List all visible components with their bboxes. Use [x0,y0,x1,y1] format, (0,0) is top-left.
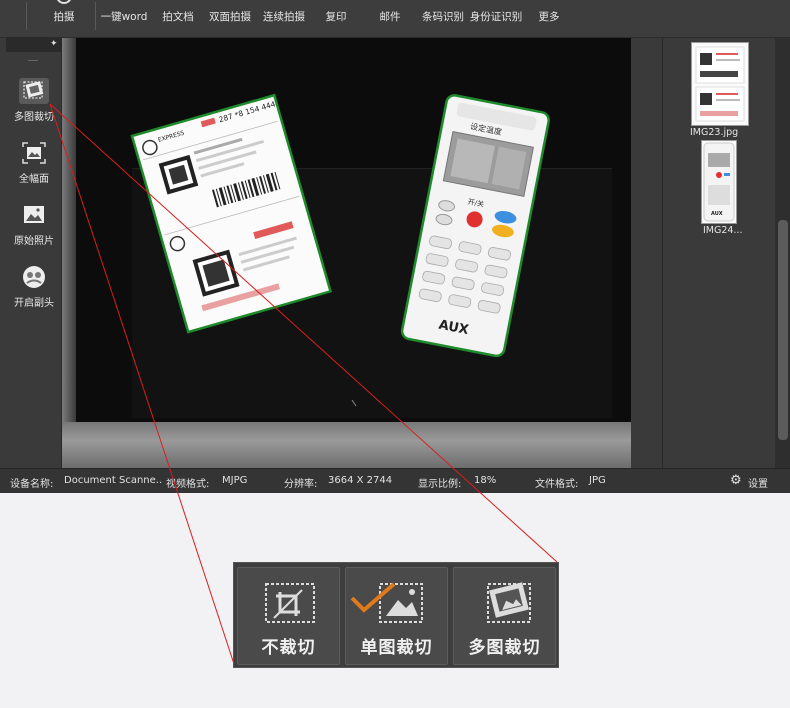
zoom-value: 18% [474,475,497,486]
scrollbar-thumb[interactable] [778,220,788,440]
thumbnail-panel: IMG23.jpg AUX IMG24... [662,38,790,468]
copy-button[interactable]: 复印 [322,0,350,32]
thumbnail-img24[interactable]: AUX [701,140,737,224]
multi-crop-icon [19,78,49,104]
status-bar: 设备名称: Document Scanne.. 视频格式: MJPG 分辨率: … [0,468,790,493]
no-crop-label: 不裁切 [261,638,316,658]
single-crop-label: 单图裁切 [360,638,433,658]
sidebar-item-multi-crop[interactable]: 多图裁切 [6,74,62,124]
settings-button[interactable]: 设置 [748,475,768,490]
device-name-label: 设备名称: [10,479,54,490]
toolbar-divider [95,2,96,30]
original-photo-icon [19,202,49,228]
sidebar-item-label: 开启副头 [14,298,54,309]
sidebar-item-secondary-camera[interactable]: 开启副头 [6,260,62,310]
crop-mode-callout: 不裁切 单图裁切 多图裁切 [233,562,559,668]
duplex-capture-button[interactable]: 双面拍摄 [206,0,254,32]
multi-crop-icon [476,578,536,628]
toolbar: 拍摄 一键word 拍文档 双面拍摄 连续拍摄 复印 邮件 条码识别 身份证识别… [0,0,790,38]
sidebar-item-full-frame[interactable]: 全幅面 [6,136,62,186]
more-button[interactable]: 更多 [536,0,562,32]
device-name-value: Document Scanne.. [64,475,163,486]
zoom-label: 显示比例: [418,479,462,490]
left-sidebar: ✦ 多图裁切 全幅面 原始照片 开启副头 [0,38,62,468]
mail-button[interactable]: 邮件 [376,0,404,32]
thumbnail-img23[interactable] [691,42,749,126]
scanner-app-window: 拍摄 一键word 拍文档 双面拍摄 连续拍摄 复印 邮件 条码识别 身份证识别… [0,0,790,493]
no-crop-button[interactable]: 不裁切 [237,567,340,665]
single-crop-button[interactable]: 单图裁切 [345,567,448,665]
sidebar-item-original-photo[interactable]: 原始照片 [6,198,62,248]
sidebar-header: ✦ [6,38,62,52]
multi-crop-label: 多图裁切 [468,638,541,658]
gear-icon[interactable]: ⚙ [730,473,742,488]
thumbnail-scrollbar[interactable] [775,38,790,468]
secondary-camera-icon [19,264,49,290]
file-format-label: 文件格式: [535,479,579,490]
svg-text:AUX: AUX [711,211,723,217]
check-mark-icon [350,582,396,613]
file-format-value: JPG [589,475,606,486]
no-crop-icon [260,578,320,628]
sidebar-item-label: 全幅面 [19,174,49,185]
thumbnail-name: IMG23.jpg [690,127,739,138]
sidebar-item-label: 多图裁切 [14,112,54,123]
video-format-value: MJPG [222,475,248,486]
thumbnail-name: IMG24... [703,225,743,236]
one-click-word-button[interactable]: 一键word [98,0,150,32]
crop-outline [130,93,333,334]
video-format-label: 视频格式: [166,479,210,490]
camera-preview[interactable]: EXPRESS 287 *8 154 444 设定温度 开/关 AUX [62,38,631,468]
toolbar-divider [26,2,27,30]
multi-crop-button[interactable]: 多图裁切 [453,567,556,665]
continuous-capture-button[interactable]: 连续拍摄 [260,0,308,32]
capture-document-button[interactable]: 拍文档 [158,0,198,32]
sidebar-grip [28,60,38,61]
full-frame-icon [19,140,49,166]
resolution-label: 分辨率: [284,479,318,490]
remote-control: 设定温度 开/关 AUX [400,94,550,358]
resolution-value: 3664 X 2744 [328,475,393,486]
barcode-recognition-button[interactable]: 条码识别 [420,0,466,32]
sidebar-item-label: 原始照片 [14,236,54,247]
pin-icon[interactable]: ✦ [50,40,59,49]
waybill-document: EXPRESS 287 *8 154 444 [130,93,333,334]
id-card-recognition-button[interactable]: 身份证识别 [468,0,524,32]
capture-button[interactable]: 拍摄 [46,0,82,32]
